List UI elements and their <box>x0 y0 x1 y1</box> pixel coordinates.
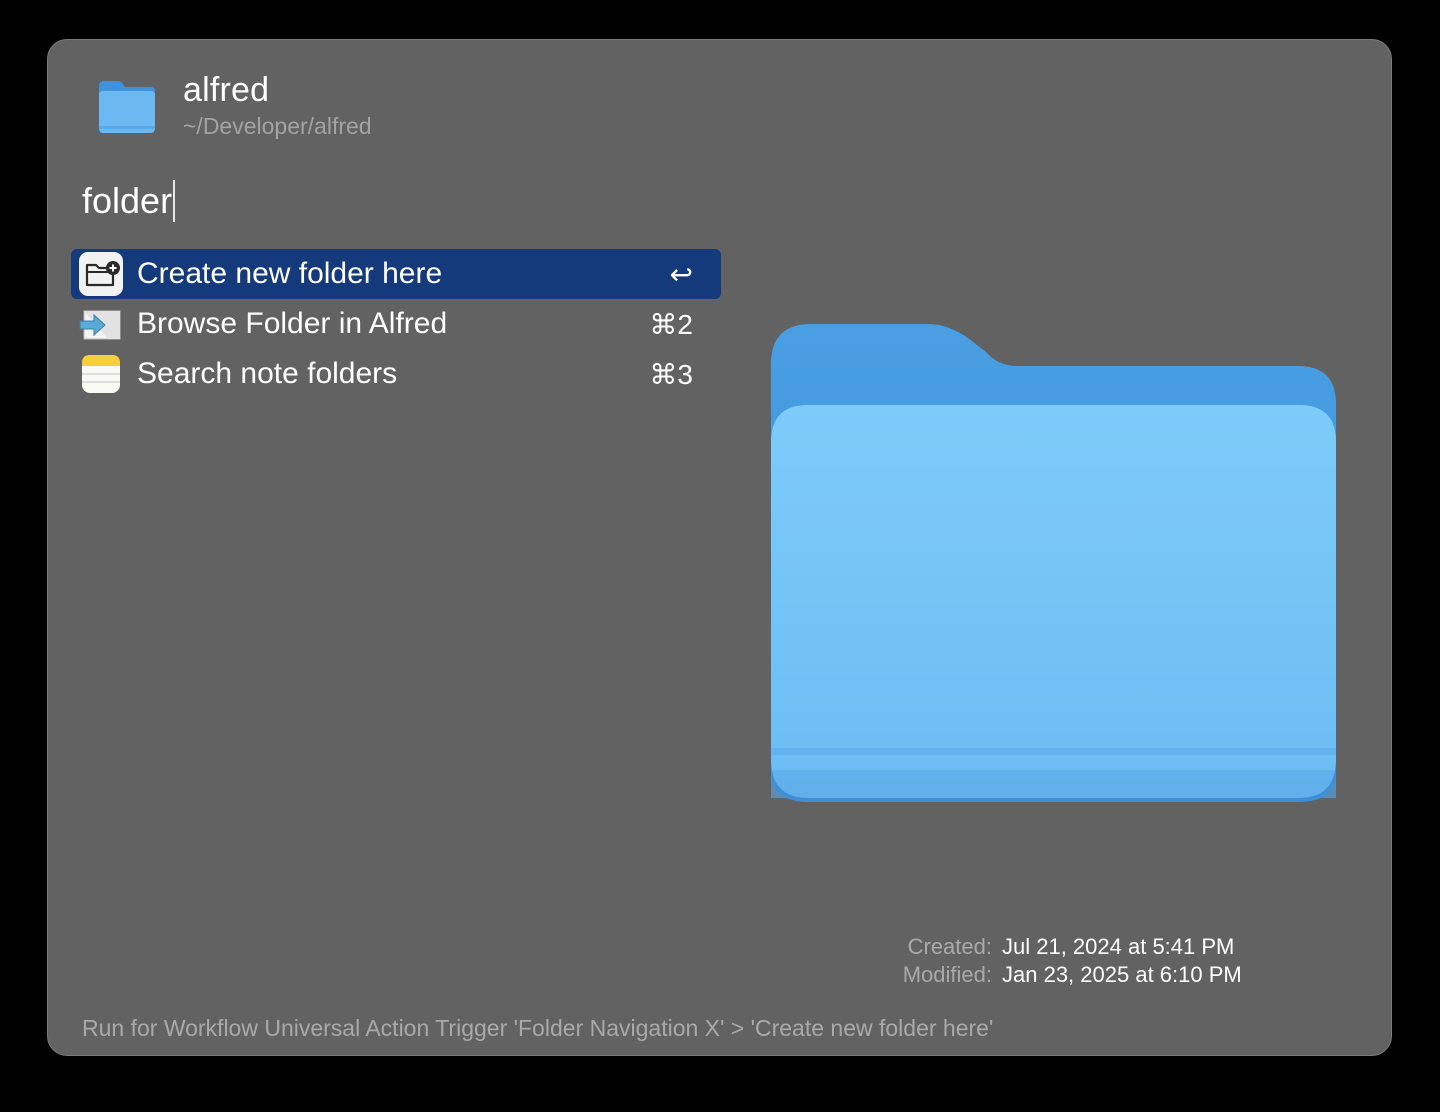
result-label: Create new folder here <box>137 257 443 290</box>
modified-value: Jan 23, 2025 at 6:10 PM <box>1002 962 1242 987</box>
result-item-create-new-folder[interactable]: Create new folder here ↩ <box>71 249 721 299</box>
text-caret <box>173 180 176 222</box>
header-path: ~/Developer/alfred <box>183 113 372 139</box>
result-item-browse-folder[interactable]: Browse Folder in Alfred ⌘2 <box>71 299 721 349</box>
result-label: Search note folders <box>137 357 398 390</box>
search-query: folder <box>82 180 173 221</box>
shortcut-hint: ⌘3 <box>649 358 693 390</box>
large-folder-icon <box>768 320 1340 808</box>
return-key-hint: ↩ <box>669 258 693 290</box>
result-item-search-note-folders[interactable]: Search note folders ⌘3 <box>71 349 721 399</box>
modified-row: Modified: Jan 23, 2025 at 6:10 PM <box>848 961 1258 989</box>
search-input[interactable]: folder <box>82 180 176 222</box>
folder-icon <box>96 78 158 136</box>
header-title: alfred <box>183 71 270 109</box>
result-label: Browse Folder in Alfred <box>137 307 448 340</box>
created-row: Created: Jul 21, 2024 at 5:41 PM <box>848 933 1258 961</box>
shortcut-hint: ⌘2 <box>649 308 693 340</box>
browse-folder-icon <box>78 301 124 347</box>
created-label: Created: <box>907 934 992 959</box>
results-list: Create new folder here ↩ Browse Folder i… <box>71 249 721 399</box>
action-description: Run for Workflow Universal Action Trigge… <box>82 1015 994 1041</box>
modified-label: Modified: <box>902 962 992 987</box>
file-metadata: Created: Jul 21, 2024 at 5:41 PM Modifie… <box>848 933 1258 989</box>
created-value: Jul 21, 2024 at 5:41 PM <box>1002 934 1235 959</box>
alfred-window: alfred ~/Developer/alfred folder Create … <box>47 39 1392 1056</box>
notes-icon <box>78 351 124 397</box>
new-folder-icon <box>78 251 124 297</box>
